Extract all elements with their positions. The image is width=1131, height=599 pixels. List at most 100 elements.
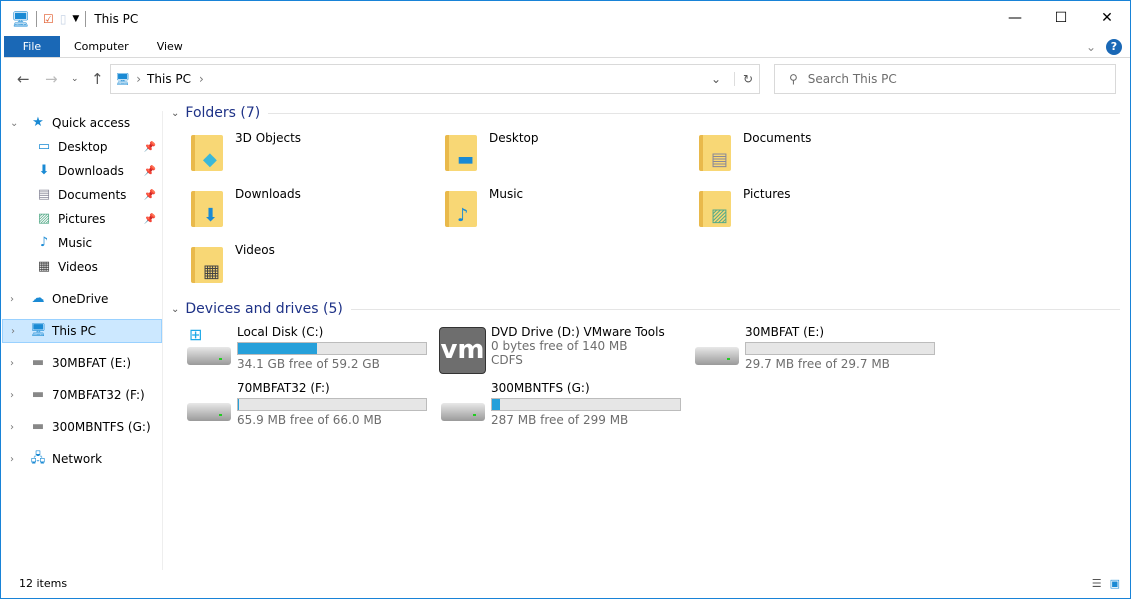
breadcrumb-this-pc[interactable]: This PC [147, 72, 191, 86]
nav-quick-videos[interactable]: ▦ Videos [2, 255, 162, 279]
folder-label: Documents [743, 131, 812, 145]
nav-this-pc[interactable]: › 🖥 This PC [2, 319, 162, 343]
tab-view[interactable]: View [143, 36, 197, 57]
drive-icon: ▬ [31, 387, 45, 402]
computer-icon: 🖥 [11, 9, 31, 28]
nav-drive-g[interactable]: › ▬ 300MBNTFS (G:) [2, 415, 162, 439]
drive-icon: ▬ [31, 419, 45, 434]
drive-name: DVD Drive (D:) VMware Tools [491, 325, 665, 339]
drive-d[interactable]: vm DVD Drive (D:) VMware Tools 0 bytes fr… [439, 325, 693, 381]
hard-drive-icon [441, 403, 485, 421]
computer-icon: 🖥 [115, 72, 131, 86]
customize-qat-icon[interactable]: ▼ [72, 14, 79, 24]
folder-documents[interactable]: ▤ Documents [697, 125, 951, 181]
minimize-button[interactable]: — [992, 1, 1038, 35]
folder-videos[interactable]: ▦ Videos [189, 237, 443, 293]
drive-g[interactable]: 300MBNTFS (G:) 287 MB free of 299 MB [439, 381, 693, 437]
nav-drive-f[interactable]: › ▬ 70MBFAT32 (F:) [2, 383, 162, 407]
folders-group-header[interactable]: ⌄ Folders (7) [171, 101, 1120, 125]
new-folder-icon[interactable]: ▯ [60, 12, 67, 26]
devices-group-header[interactable]: ⌄ Devices and drives (5) [171, 297, 1120, 321]
download-icon: ⬇ [203, 205, 219, 226]
drive-e[interactable]: 30MBFAT (E:) 29.7 MB free of 29.7 MB [693, 325, 947, 381]
drive-free: 287 MB free of 299 MB [491, 413, 629, 427]
music-icon: ♪ [457, 205, 469, 226]
vmware-logo-icon: vm [439, 327, 486, 374]
folder-label: Pictures [743, 187, 791, 201]
search-icon: ⚲ [789, 72, 798, 86]
nav-onedrive[interactable]: › ☁ OneDrive [2, 287, 162, 311]
folder-downloads[interactable]: ⬇ Downloads [189, 181, 443, 237]
nav-quick-music[interactable]: ♪ Music [2, 231, 162, 255]
pictures-icon: ▨ [37, 211, 51, 226]
drive-name: 30MBFAT (E:) [745, 325, 825, 339]
folder-3d-objects[interactable]: ◆ 3D Objects [189, 125, 443, 181]
nav-label: Desktop [58, 140, 108, 154]
back-button[interactable]: ← [17, 70, 30, 88]
tab-file[interactable]: File [4, 36, 60, 57]
drive-f[interactable]: 70MBFAT32 (F:) 65.9 MB free of 66.0 MB [185, 381, 439, 437]
nav-quick-pictures[interactable]: ▨ Pictures 📌 [2, 207, 162, 231]
forward-button[interactable]: → [45, 70, 58, 88]
nav-label: Documents [58, 188, 127, 202]
nav-quick-downloads[interactable]: ⬇ Downloads 📌 [2, 159, 162, 183]
videos-icon: ▦ [37, 259, 51, 274]
nav-label: Music [58, 236, 93, 250]
download-icon: ⬇ [38, 163, 50, 178]
nav-label: 70MBFAT32 (F:) [52, 388, 145, 402]
maximize-button[interactable]: ☐ [1038, 1, 1084, 35]
drive-free: 29.7 MB free of 29.7 MB [745, 357, 890, 371]
drive-filesystem: CDFS [491, 353, 523, 367]
folder-label: Desktop [489, 131, 539, 145]
cloud-icon: ☁ [31, 291, 45, 306]
large-icons-view-button[interactable]: ▣ [1110, 577, 1120, 590]
hard-drive-icon [187, 403, 231, 421]
status-item-count: 12 items [19, 577, 68, 590]
network-icon: 🖧 [30, 451, 46, 466]
drive-c[interactable]: ⊞ Local Disk (C:) 34.1 GB free of 59.2 GB [185, 325, 439, 381]
drive-free: 65.9 MB free of 66.0 MB [237, 413, 382, 427]
pin-icon[interactable]: 📌 [144, 166, 156, 177]
desktop-icon: ▬ [457, 149, 475, 170]
nav-quick-documents[interactable]: ▤ Documents 📌 [2, 183, 162, 207]
recent-locations-button[interactable]: ⌄ [71, 74, 79, 84]
nav-quick-access[interactable]: ⌄ ★ Quick access [2, 111, 162, 135]
search-placeholder: Search This PC [807, 72, 897, 86]
expand-ribbon-icon[interactable]: ⌄ [1086, 40, 1096, 54]
nav-label: 30MBFAT (E:) [52, 356, 132, 370]
folder-label: Downloads [235, 187, 301, 201]
help-button[interactable]: ? [1106, 39, 1122, 55]
folder-music[interactable]: ♪ Music [443, 181, 697, 237]
nav-label: Pictures [58, 212, 106, 226]
up-button[interactable]: ↑ [91, 70, 104, 88]
details-view-button[interactable]: ☰ [1092, 577, 1102, 590]
document-icon: ▤ [711, 149, 729, 170]
search-input[interactable]: ⚲ Search This PC [774, 64, 1116, 94]
film-icon: ▦ [203, 261, 221, 282]
windows-logo-icon: ⊞ [189, 325, 203, 344]
tab-computer[interactable]: Computer [60, 36, 143, 57]
refresh-button[interactable]: ↻ [733, 72, 753, 86]
properties-icon[interactable]: ☑ [43, 12, 54, 26]
content-pane: ⌄ Folders (7) ◆ 3D Objects ▬ Desktop ▤ Docum… [171, 101, 1120, 570]
address-bar[interactable]: 🖥 › This PC › ⌄ ↻ [110, 64, 760, 94]
nav-label: Network [52, 452, 103, 466]
nav-network[interactable]: › 🖧 Network [2, 447, 162, 471]
drive-name: 70MBFAT32 (F:) [237, 381, 330, 395]
usage-bar [745, 342, 935, 355]
folder-desktop[interactable]: ▬ Desktop [443, 125, 697, 181]
nav-quick-desktop[interactable]: ▭ Desktop 📌 [2, 135, 162, 159]
pin-icon[interactable]: 📌 [144, 142, 156, 153]
close-button[interactable]: ✕ [1084, 1, 1130, 35]
documents-icon: ▤ [37, 187, 51, 202]
hard-drive-icon [187, 347, 231, 365]
pin-icon[interactable]: 📌 [144, 214, 156, 225]
address-dropdown-icon[interactable]: ⌄ [711, 72, 721, 86]
group-title: Folders (7) [185, 105, 261, 121]
nav-label: This PC [52, 324, 96, 338]
folder-pictures[interactable]: ▨ Pictures [697, 181, 951, 237]
pin-icon[interactable]: 📌 [144, 190, 156, 201]
group-title: Devices and drives (5) [185, 301, 343, 317]
ribbon-tabs: File Computer View ⌄? [4, 36, 1130, 58]
nav-drive-e[interactable]: › ▬ 30MBFAT (E:) [2, 351, 162, 375]
